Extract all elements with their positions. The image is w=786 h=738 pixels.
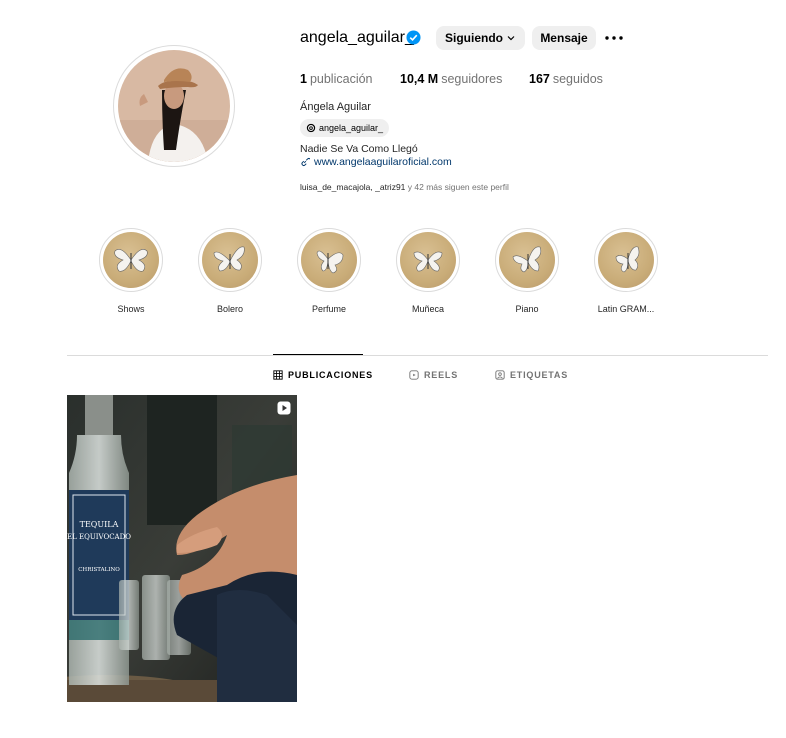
threads-handle: angela_aguilar_ xyxy=(319,123,384,133)
butterfly-icon xyxy=(400,232,456,288)
message-button-label: Mensaje xyxy=(540,31,588,45)
website-url: www.angelaaguilaroficial.com xyxy=(314,156,452,168)
highlight-label: Piano xyxy=(515,304,539,314)
highlight-shows[interactable]: Shows xyxy=(98,228,164,314)
highlight-muneca[interactable]: Muñeca xyxy=(395,228,461,314)
followed-by-user1: luisa_de_macajola xyxy=(300,182,371,192)
highlight-perfume[interactable]: Perfume xyxy=(296,228,362,314)
butterfly-icon xyxy=(301,232,357,288)
highlight-ring xyxy=(495,228,559,292)
threads-icon xyxy=(306,123,316,133)
highlight-ring xyxy=(99,228,163,292)
followed-by-user2: _atriz91 xyxy=(375,182,406,192)
avatar-photo xyxy=(118,50,230,162)
highlight-label: Muñeca xyxy=(411,304,445,314)
stat-following[interactable]: 167 seguidos xyxy=(529,72,603,86)
divider xyxy=(67,355,768,356)
bio-text: Nadie Se Va Como Llegó xyxy=(300,143,418,155)
reel-icon xyxy=(277,401,291,415)
highlight-bolero[interactable]: Bolero xyxy=(197,228,263,314)
followers-label: seguidores xyxy=(441,72,503,86)
following-button-label: Siguiendo xyxy=(445,31,503,45)
tab-reels[interactable]: REELS xyxy=(409,370,458,380)
bottle-text-type: CHRISTALINO xyxy=(78,567,120,573)
post-thumbnail[interactable]: TEQUILA EL EQUIVOCADO CHRISTALINO xyxy=(67,395,297,702)
active-tab-indicator xyxy=(273,354,363,355)
followers-count: 10,4 M xyxy=(400,72,439,86)
tab-label: PUBLICACIONES xyxy=(288,370,373,380)
butterfly-icon xyxy=(202,232,258,288)
more-options-icon[interactable] xyxy=(604,30,624,46)
following-button[interactable]: Siguiendo xyxy=(436,26,525,50)
following-count: 167 xyxy=(529,72,550,86)
highlight-ring xyxy=(594,228,658,292)
message-button[interactable]: Mensaje xyxy=(532,26,596,50)
posts-label: publicación xyxy=(309,72,373,86)
butterfly-icon xyxy=(598,232,654,288)
highlight-ring xyxy=(198,228,262,292)
tab-etiquetas[interactable]: ETIQUETAS xyxy=(495,370,568,380)
highlight-label: Latin GRAM... xyxy=(597,304,655,314)
tab-label: REELS xyxy=(424,370,459,380)
reels-icon xyxy=(409,370,419,380)
verified-badge-icon xyxy=(406,30,421,45)
highlight-ring xyxy=(297,228,361,292)
grid-icon xyxy=(273,370,283,380)
butterfly-icon xyxy=(103,232,159,288)
bottle-text-brand: EL EQUIVOCADO xyxy=(67,533,131,541)
full-name: Ángela Aguilar xyxy=(300,101,371,113)
tab-publicaciones[interactable]: PUBLICACIONES xyxy=(273,370,373,380)
link-icon xyxy=(301,157,310,167)
highlight-latin-gram[interactable]: Latin GRAM... xyxy=(593,228,659,314)
tagged-icon xyxy=(495,370,505,380)
highlight-label: Perfume xyxy=(311,304,346,314)
tab-label: ETIQUETAS xyxy=(510,370,569,380)
bottle-text-tequila: TEQUILA xyxy=(80,520,119,529)
profile-avatar[interactable] xyxy=(113,45,235,167)
website-link[interactable]: www.angelaaguilaroficial.com xyxy=(300,156,452,168)
butterfly-icon xyxy=(499,232,555,288)
highlight-ring xyxy=(396,228,460,292)
highlight-piano[interactable]: Piano xyxy=(494,228,560,314)
followed-by-text[interactable]: luisa_de_macajola, _atriz91 y 42 más sig… xyxy=(300,182,509,192)
post-image: TEQUILA EL EQUIVOCADO CHRISTALINO xyxy=(67,395,297,702)
highlight-label: Bolero xyxy=(216,304,243,314)
posts-count: 1 xyxy=(300,72,307,86)
following-label: seguidos xyxy=(552,72,603,86)
username: angela_aguilar_ xyxy=(300,29,414,46)
followed-by-suffix: y 42 más siguen este perfil xyxy=(405,182,509,192)
highlight-label: Shows xyxy=(117,304,145,314)
stat-posts: 1 publicación xyxy=(300,72,373,86)
chevron-down-icon xyxy=(507,36,515,41)
stat-followers[interactable]: 10,4 Mseguidores xyxy=(400,72,502,86)
threads-badge[interactable]: angela_aguilar_ xyxy=(300,119,390,137)
